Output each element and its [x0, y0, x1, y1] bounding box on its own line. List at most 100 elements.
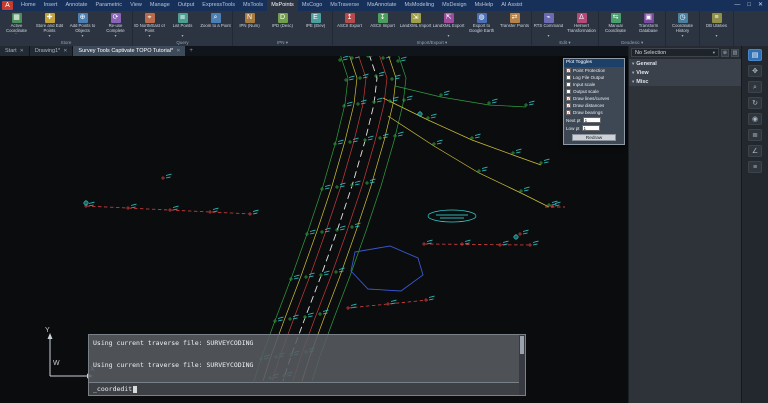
close-icon[interactable]: ✕	[176, 46, 180, 56]
ribbon-tab-ai-assist[interactable]: AI Assist	[497, 0, 526, 11]
ribbon-button-coordinate-history[interactable]: ◷Coordinate History▾	[666, 12, 699, 39]
ribbon-button-add-points-to-objects[interactable]: ⊕Add Points to Objects▾	[66, 12, 99, 39]
ascii-import-icon: ↧	[378, 13, 388, 23]
ribbon-button-label: Zoom to a Point	[200, 24, 232, 34]
ribbon-tab-mshelp[interactable]: MsHelp	[471, 0, 498, 11]
history-icon: ◷	[678, 13, 688, 23]
close-icon[interactable]: ✕	[20, 46, 24, 56]
section-header-view[interactable]: ▾View	[629, 68, 741, 77]
ribbon-tab-msdesign[interactable]: MsDesign	[438, 0, 470, 11]
close-icon[interactable]: ✕	[63, 46, 67, 56]
checkbox-point-protection[interactable]: ✓	[566, 68, 571, 73]
ribbon-tab-home[interactable]: Home	[17, 0, 40, 11]
plot-toggles-title[interactable]: Plot Toggles	[564, 59, 624, 67]
ribbon-group-label-geodesic[interactable]: Geodesic ▾	[599, 39, 665, 46]
ribbon-tab-msmodeling[interactable]: MsModeling	[400, 0, 438, 11]
ucs-y-label: Y	[45, 327, 50, 334]
ribbon-tab-view[interactable]: View	[126, 0, 146, 11]
section-collapse-icon[interactable]: ▾	[632, 79, 634, 85]
ribbon-button-db-utilities[interactable]: ≡DB Utilities▾	[700, 12, 733, 39]
command-scrollbar[interactable]	[519, 335, 525, 395]
scrollbar-thumb[interactable]	[520, 336, 524, 354]
ribbon-tab-manage[interactable]: Manage	[146, 0, 174, 11]
measure-icon[interactable]: ∠	[748, 145, 762, 157]
ribbon-group-label-store: Store	[0, 39, 132, 46]
close-button[interactable]: ✕	[758, 0, 763, 11]
dropdown-caret-icon: ▾	[181, 34, 183, 38]
section-title: View	[636, 70, 648, 76]
checkbox-output-scale[interactable]	[566, 89, 571, 94]
properties-palette-icon[interactable]: ▤	[748, 49, 762, 61]
ribbon-button-store-and-edit-points[interactable]: ✚Store and Edit Points▾	[33, 12, 66, 39]
ribbon-button-ascii-export[interactable]: ↥ASCII Export	[333, 12, 366, 39]
pickadd-toggle-icon[interactable]: ⊕	[721, 49, 729, 57]
steering-wheel-icon[interactable]: ◉	[748, 113, 762, 125]
pan-icon[interactable]: ✥	[748, 65, 762, 77]
quick-select-icon[interactable]: ▥	[731, 49, 739, 57]
ribbon-button-export-to-google-earth[interactable]: ◍Export to Google Earth	[465, 12, 498, 39]
ribbon-group-label-import-export[interactable]: Import/Export ▾	[333, 39, 531, 46]
ribbon-button-landxml-export[interactable]: ⇱LandXML Export▾	[432, 12, 465, 39]
ribbon-tab-annotate[interactable]: Annotate	[61, 0, 91, 11]
ribbon-tab-mstraverse[interactable]: MsTraverse	[326, 0, 363, 11]
command-prompt[interactable]: _coordedit	[89, 382, 519, 395]
layers-icon[interactable]: ≣	[748, 129, 762, 141]
ribbon-tab-mscogo[interactable]: MsCogo	[298, 0, 326, 11]
ribbon-button-ipd-desc[interactable]: DIPD (Desc)	[266, 12, 299, 39]
ribbon-group-label-ipn[interactable]: IPN ▾	[233, 39, 332, 46]
settings-icon[interactable]: ≡	[748, 161, 762, 173]
ribbon-button-label: LandXML Import	[400, 24, 432, 34]
checkbox-input-scale[interactable]	[566, 82, 571, 87]
maximize-button[interactable]: □	[747, 0, 751, 11]
new-tab-button[interactable]: +	[186, 46, 196, 56]
file-tab-survey-tools-captivate-topo-tutorial[interactable]: Survey Tools Captivate TOPO Tutorial*✕	[73, 46, 185, 56]
ribbon-tab-expresstools[interactable]: ExpressTools	[198, 0, 239, 11]
selection-dropdown[interactable]: No Selection ▾	[631, 48, 719, 57]
app-logo-icon[interactable]: A	[2, 1, 13, 10]
ribbon-button-id-north-east-of-point[interactable]: ⌖ID North/East of Point▾	[133, 12, 166, 39]
ribbon-button-manual-coordinate-conversions[interactable]: ⇆Manual Coordinate Conversions	[599, 12, 632, 39]
section-header-general[interactable]: ▾General	[629, 59, 741, 68]
checkbox-draw-bearings[interactable]: ✓	[566, 110, 571, 115]
orbit-icon[interactable]: ↻	[748, 97, 762, 109]
coordinate-editor-icon: ▦	[12, 13, 22, 23]
ribbon-button-active-coordinate-editor[interactable]: ▦Active Coordinate Editor	[0, 12, 33, 39]
ribbon-button-landxml-import[interactable]: ⇲LandXML Import	[399, 12, 432, 39]
transform-db-icon: ▣	[644, 13, 654, 23]
ribbon-button-ipn-num[interactable]: NIPN (Num)	[233, 12, 266, 39]
ribbon-button-re-use-complete-drawing[interactable]: ⟳Re-use Complete Drawing▾	[99, 12, 132, 39]
file-tab-start[interactable]: Start✕	[0, 46, 29, 56]
ribbon-button-transfer-points[interactable]: ⇄Transfer Points	[498, 12, 531, 39]
ribbon-button-helmert-transformation[interactable]: ΔHelmert Transformation	[565, 12, 598, 39]
redraw-button[interactable]: Redraw	[572, 134, 616, 141]
section-collapse-icon[interactable]: ▾	[632, 70, 634, 76]
checkbox-draw-distances[interactable]: ✓	[566, 103, 571, 108]
drawing-canvas[interactable]: Y W X Plot Toggles ✓Point ProtectionLog …	[0, 56, 628, 403]
dropdown-caret-icon: ▾	[81, 34, 83, 38]
ribbon-tab-insert[interactable]: Insert	[40, 0, 62, 11]
dropdown-caret-icon: ▾	[715, 34, 717, 38]
minimize-button[interactable]: —	[734, 0, 740, 11]
command-window[interactable]: Using current traverse file: SURVEYCODIN…	[88, 334, 526, 396]
ribbon-button-rts-command[interactable]: ⌁RTS Command▾	[532, 12, 565, 39]
ribbon-button-list-points[interactable]: ≣List Points▾	[166, 12, 199, 39]
ribbon-button-zoom-to-a-point[interactable]: ⌕Zoom to a Point	[199, 12, 232, 39]
ribbon-tab-output[interactable]: Output	[174, 0, 199, 11]
file-tab-drawing1[interactable]: Drawing1*✕	[30, 46, 73, 56]
ribbon-group-label-edit[interactable]: Edit ▾	[532, 39, 598, 46]
ribbon-tab-mstools[interactable]: MsTools	[239, 0, 267, 11]
low-pt-input[interactable]: 1	[582, 125, 600, 131]
ribbon-button-label: IPN (Num)	[234, 24, 266, 34]
zoom-icon[interactable]: ⌕	[748, 81, 762, 93]
ribbon-tab-mspoints[interactable]: MsPoints	[267, 0, 298, 11]
ribbon-button-ascii-import[interactable]: ↧ASCII Import	[366, 12, 399, 39]
section-collapse-icon[interactable]: ▾	[632, 61, 634, 67]
ribbon-tab-msannotate[interactable]: MsAnnotate	[363, 0, 400, 11]
section-header-misc[interactable]: ▾Misc	[629, 77, 741, 86]
next-pt-input[interactable]: 1	[583, 117, 601, 123]
checkbox-log-file-output[interactable]	[566, 75, 571, 80]
checkbox-draw-lines-curves[interactable]: ✓	[566, 96, 571, 101]
ribbon-button-ipe-elev[interactable]: EIPE (Elev)	[299, 12, 332, 39]
ribbon-button-transform-database[interactable]: ▣Transform Database	[632, 12, 665, 39]
ribbon-tab-parametric[interactable]: Parametric	[91, 0, 126, 11]
